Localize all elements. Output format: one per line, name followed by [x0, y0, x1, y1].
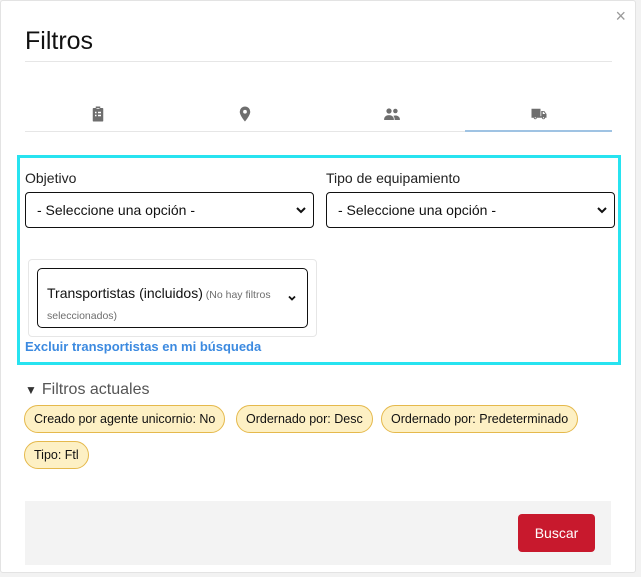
tipo-equipamiento-value: - Seleccione una opción - — [338, 202, 496, 218]
transportistas-select[interactable]: Transportistas (incluidos) (No hay filtr… — [37, 268, 308, 328]
chevron-down-icon — [597, 207, 607, 214]
modal-footer: Buscar — [25, 501, 611, 565]
tab-truck[interactable] — [465, 97, 612, 132]
filter-chip[interactable]: Creado por agente unicornio: No — [24, 405, 226, 433]
people-icon — [384, 108, 400, 120]
filters-modal: × Filtros Objetivo - Seleccione una opci… — [0, 0, 636, 573]
carrier-card: Transportistas (incluidos) (No hay filtr… — [28, 259, 317, 337]
objetivo-label: Objetivo — [25, 170, 77, 186]
clipboard-icon — [93, 106, 104, 122]
tipo-equipamiento-label: Tipo de equipamiento — [326, 170, 461, 186]
transportistas-label: Transportistas (incluidos) — [47, 285, 203, 301]
search-button[interactable]: Buscar — [518, 514, 595, 552]
filter-tabs — [25, 97, 612, 132]
modal-title: Filtros — [25, 27, 94, 55]
objetivo-select[interactable]: - Seleccione una opción - — [25, 192, 314, 228]
divider — [25, 61, 612, 62]
close-icon[interactable]: × — [615, 7, 626, 25]
tab-people[interactable] — [319, 97, 466, 131]
objetivo-value: - Seleccione una opción - — [37, 202, 195, 218]
filter-chip[interactable]: Tipo: Ftl — [24, 441, 89, 469]
filter-chip[interactable]: Ordernado por: Predeterminado — [381, 405, 579, 433]
chevron-down-icon — [296, 207, 306, 214]
tab-clipboard[interactable] — [25, 97, 172, 131]
tab-location[interactable] — [172, 97, 319, 131]
triangle-down-icon: ▼ — [25, 383, 37, 397]
chevron-down-icon — [288, 295, 296, 301]
filter-chip[interactable]: Ordernado por: Desc — [236, 405, 373, 433]
current-filters-label: Filtros actuales — [41, 381, 150, 398]
carrier-filter-panel: Objetivo - Seleccione una opción - Tipo … — [17, 155, 621, 365]
exclude-carriers-link[interactable]: Excluir transportistas en mi búsqueda — [25, 339, 261, 354]
tipo-equipamiento-select[interactable]: - Seleccione una opción - — [326, 192, 615, 228]
transportistas-text: Transportistas (incluidos) (No hay filtr… — [47, 283, 277, 327]
truck-icon — [531, 108, 547, 120]
location-pin-icon — [239, 106, 251, 122]
current-filters-toggle[interactable]: ▼ Filtros actuales — [25, 381, 149, 399]
